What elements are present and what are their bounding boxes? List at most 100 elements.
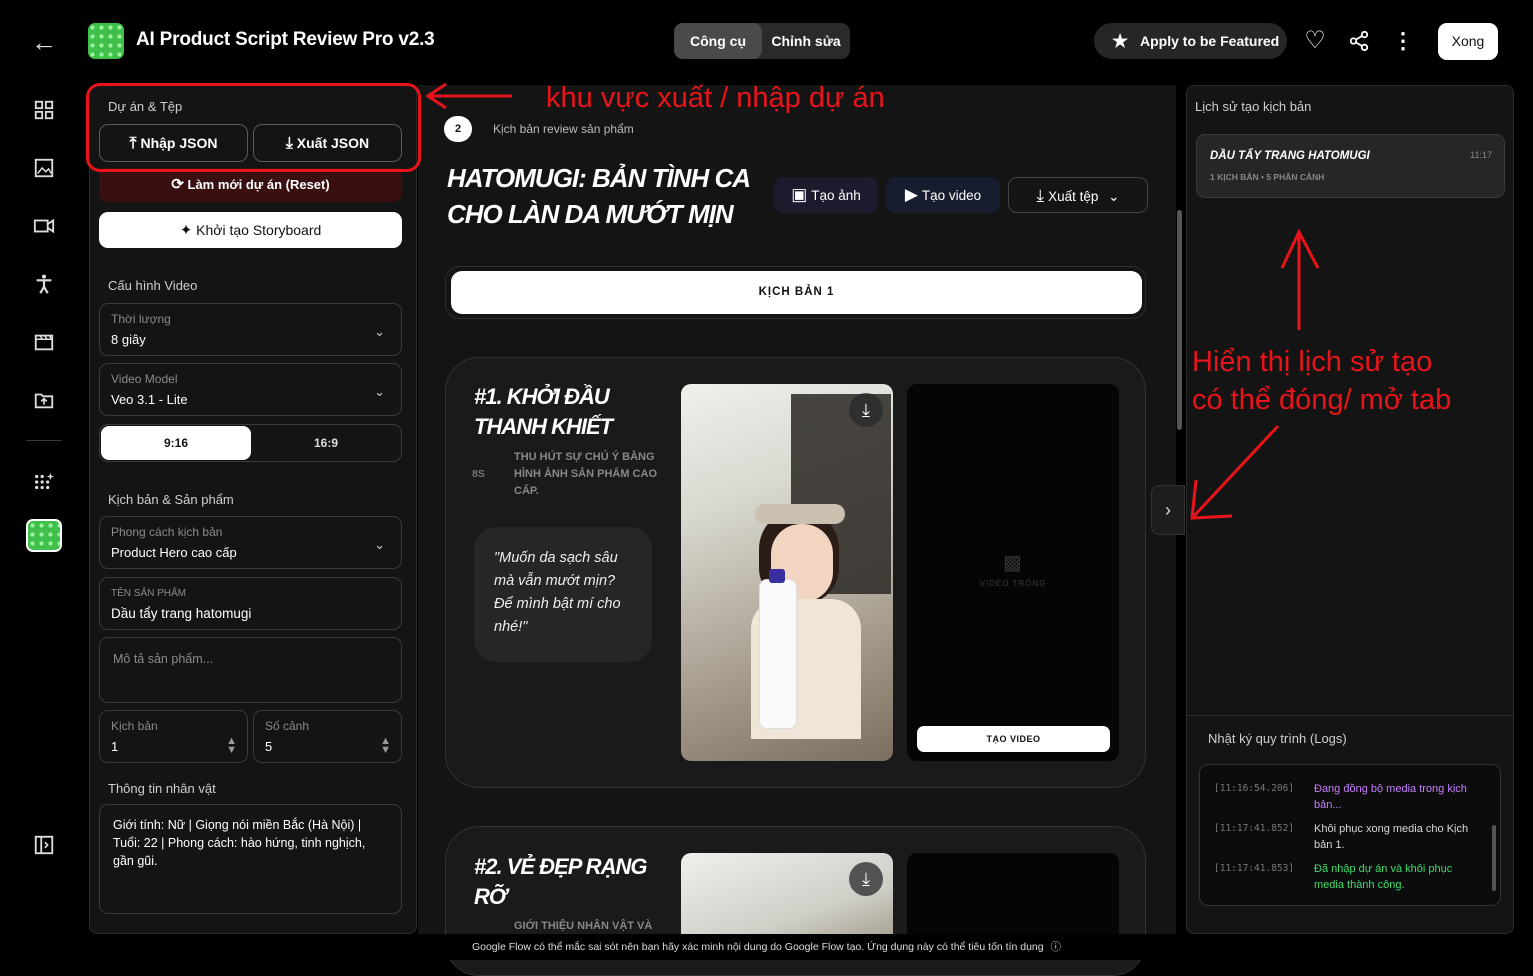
top-bar: ← AI Product Script Review Pro v2.3 Công… [0,0,1533,84]
model-value: Veo 3.1 - Lite [111,392,188,407]
chevron-right-icon[interactable]: › [1151,485,1185,535]
annotation-box [86,83,421,172]
stepper-icon[interactable]: ▲ ▼ [226,736,237,756]
storyboard-label: Khởi tạo Storyboard [196,222,322,238]
logs-title: Nhật ký quy trình (Logs) [1208,731,1347,746]
stepper-icon[interactable]: ▲ ▼ [380,736,391,756]
log-time: [11:16:54.206] [1214,783,1295,794]
empty-video-label: ▩ VIDEO TRỐNG [963,550,1063,588]
image-icon: ▣ [791,185,808,204]
video-model-select[interactable]: Video Model Veo 3.1 - Lite ⌄ [99,363,402,416]
bottle-pump-shape [769,569,785,583]
logs-divider [1187,715,1513,716]
video-camera-icon[interactable] [28,210,60,242]
character-textarea[interactable]: Giới tính: Nữ | Giọng nói miền Bắc (Hà N… [99,804,402,914]
step-number: 2 [444,116,472,142]
annotation-import-export: khu vực xuất / nhập dự án [546,82,885,114]
more-vert-icon[interactable]: ⋮ [1390,27,1416,55]
style-label: Phong cách kịch bản [111,525,223,539]
create-video-button[interactable]: ▶ Tạo video [886,177,1000,213]
annotation-history: Hiển thị lịch sử tạo có thể đóng/ mở tab [1192,343,1451,419]
play-box-icon: ▶ [904,185,918,204]
mode-switch: Công cụ Chỉnh sửa [674,23,850,59]
chevron-down-icon: ⌄ [374,324,385,339]
movie-icon[interactable] [28,326,60,358]
sparkle-icon: ✦ [179,222,193,239]
scene-image: ⤓ [681,384,893,761]
script-count-field[interactable]: Kịch bản 1 ▲ ▼ [99,710,248,763]
download-icon[interactable]: ⤓ [849,393,883,427]
dashboard-icon[interactable] [28,94,60,126]
download-icon[interactable]: ⤓ [849,862,883,896]
duration-value: 8 giây [111,332,146,347]
star-icon: ★ [1112,31,1129,51]
logs-box: [11:16:54.206] Đang đồng bộ media trong … [1199,764,1501,906]
log-message: Khôi phục xong media cho Kịch bản 1. [1314,823,1469,851]
create-image-label: Tạo ảnh [811,188,861,203]
annotation-arrow-up [1280,228,1320,330]
product-bottle-shape [759,579,797,729]
back-arrow-icon[interactable]: ← [28,26,60,58]
info-icon[interactable]: ⓘ [1051,941,1062,953]
ratio-9-16[interactable]: 9:16 [101,426,251,460]
footer-text: Google Flow có thể mắc sai sót nên bạn h… [471,941,1044,953]
scene-duration: 8S [472,468,485,480]
featured-label: Apply to be Featured [1140,33,1280,49]
tab-edit[interactable]: Chỉnh sửa [762,23,850,59]
style-value: Product Hero cao cấp [111,545,237,560]
annotation-arrow-left [425,82,512,110]
scene-count-label: Số cảnh [265,719,310,733]
empty-video-text: VIDEO TRỐNG [979,579,1047,588]
app-logo [88,23,124,59]
app-rail-icon[interactable] [26,519,62,552]
create-video-label: Tạo video [921,188,982,203]
scene-title: #1. KHỞI ĐẦU THANH KHIẾT [474,384,613,439]
export-file-button[interactable]: ⤓ Xuất tệp ⌄ [1008,177,1148,213]
logs-scrollbar[interactable] [1492,825,1496,891]
create-image-button[interactable]: ▣ Tạo ảnh [774,177,878,213]
history-card-time: 11:17 [1470,150,1492,160]
product-description-field[interactable]: Mô tả sản phẩm... [99,637,402,703]
script-style-select[interactable]: Phong cách kịch bản Product Hero cao cấp… [99,516,402,569]
history-card-title: DẦU TẨY TRANG HATOMUGI [1210,150,1370,162]
annotation-history-line2: có thể đóng/ mở tab [1192,384,1452,416]
scene-count-value: 5 [265,739,273,754]
upload-folder-icon[interactable] [28,384,60,416]
tab-tools[interactable]: Công cụ [674,23,762,59]
sparkle-grid-icon[interactable] [28,466,60,498]
aspect-ratio-toggle: 9:16 16:9 [99,424,402,462]
script-count-label: Kịch bản [111,719,158,733]
image-icon[interactable] [28,152,60,184]
script-product-title: Kịch bản & Sản phẩm [108,492,234,507]
script-count-value: 1 [111,739,119,754]
main-scrollbar[interactable] [1177,210,1182,430]
scene-count-field[interactable]: Số cảnh 5 ▲ ▼ [253,710,402,763]
description-placeholder: Mô tả sản phẩm... [113,652,214,666]
chevron-down-icon: ⌄ [374,384,385,399]
create-video-scene-button[interactable]: TẠO VIDEO [917,726,1110,752]
ratio-16-9[interactable]: 16:9 [251,426,401,460]
history-card[interactable]: DẦU TẨY TRANG HATOMUGI 11:17 1 KỊCH BẢN … [1196,134,1505,198]
reset-project-button[interactable]: ⟳ Làm mới dự án (Reset) [99,168,402,202]
duration-select[interactable]: Thời lượng 8 giây ⌄ [99,303,402,356]
product-name-label: TÊN SẢN PHẨM [111,588,187,599]
heart-icon[interactable]: ♡ [1301,27,1329,55]
accessibility-icon[interactable] [28,268,60,300]
rail-divider [26,440,62,441]
step-label: Kịch bản review sản phẩm [493,122,634,136]
apply-featured-button[interactable]: ★ Apply to be Featured [1094,23,1287,59]
share-icon[interactable] [1345,27,1373,55]
product-name-field[interactable]: TÊN SẢN PHẨM Dầu tẩy trang hatomugi [99,577,402,630]
footer-disclaimer: Google Flow có thể mắc sai sót nên bạn h… [0,939,1533,954]
panel-toggle-icon[interactable] [28,829,60,861]
log-time: [11:17:41.853] [1214,863,1295,874]
create-storyboard-button[interactable]: ✦ Khởi tạo Storyboard [99,212,402,248]
scene-title: #2. VẺ ĐẸP RẠNG RỠ [474,854,647,909]
script-tabs: KỊCH BẢN 1 [445,266,1146,319]
tab-script-1[interactable]: KỊCH BẢN 1 [451,271,1142,314]
app-title: AI Product Script Review Pro v2.3 [136,29,435,50]
video-config-title: Cấu hình Video [108,278,198,293]
log-time: [11:17:41.852] [1214,823,1295,834]
done-button[interactable]: Xong [1438,23,1498,60]
log-message: Đã nhập dự án và khôi phục media thành c… [1314,863,1453,891]
